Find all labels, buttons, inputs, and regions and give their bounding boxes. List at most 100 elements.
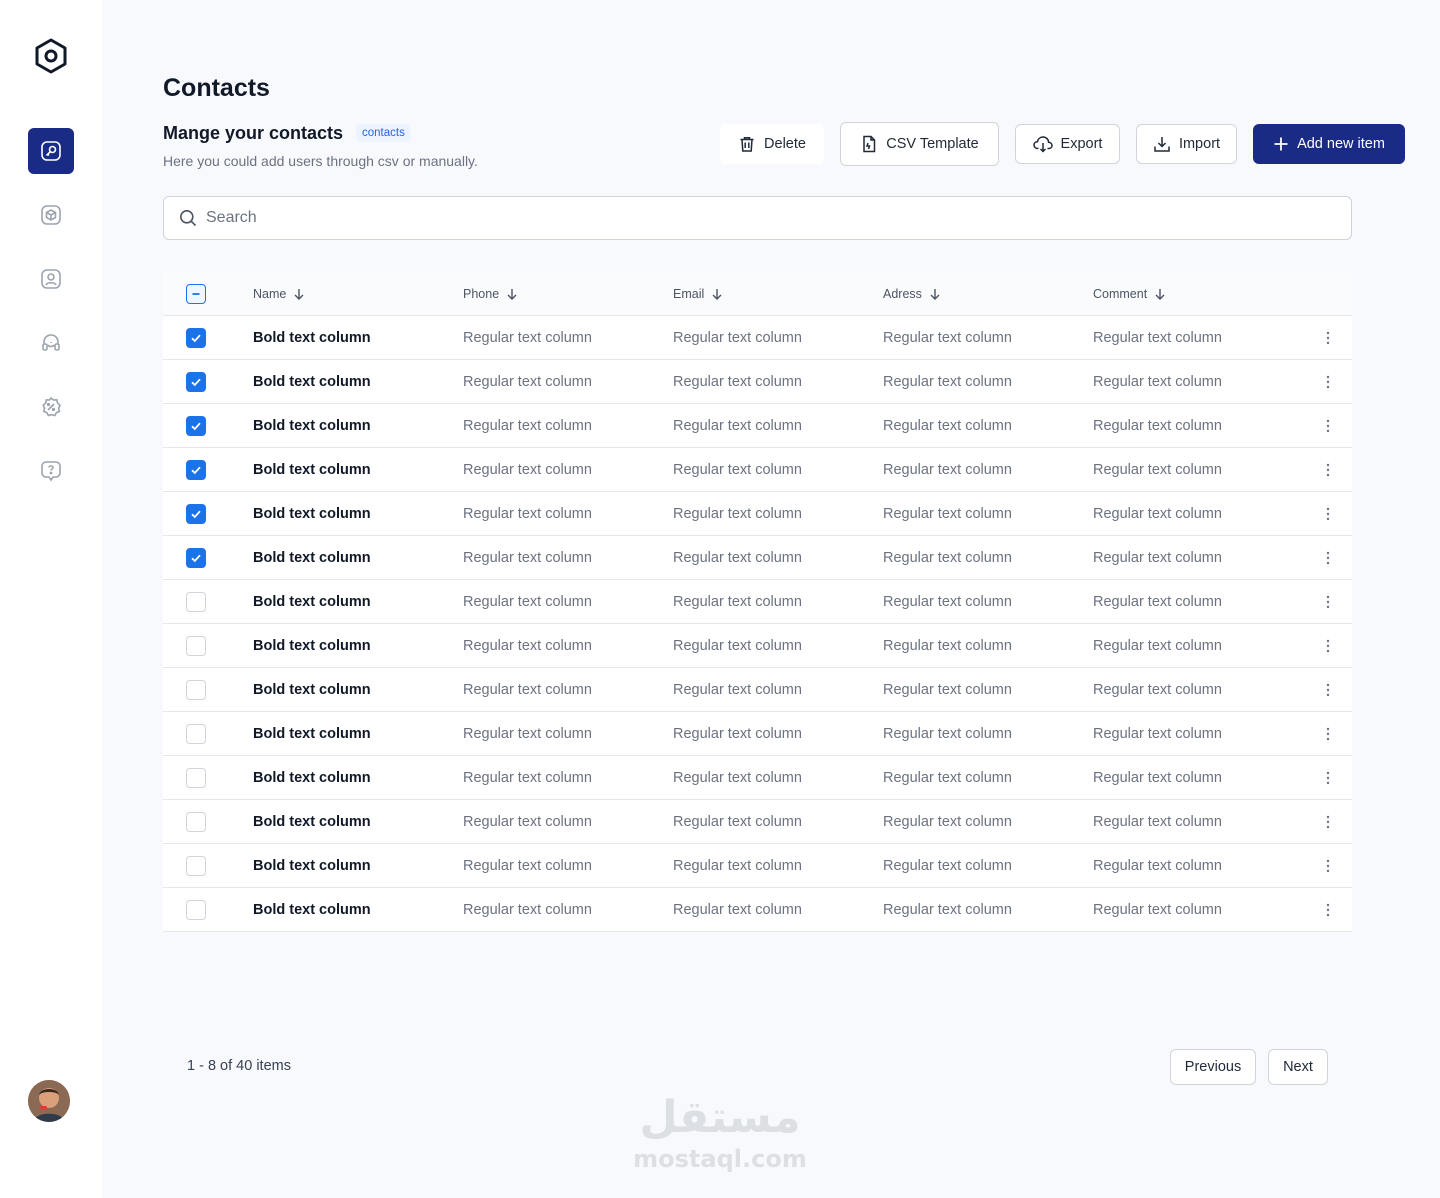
- more-options-icon[interactable]: [1326, 639, 1330, 653]
- table-row[interactable]: Bold text column Regular text column Regul…: [163, 404, 1352, 448]
- table-row[interactable]: Bold text column Regular text column Regul…: [163, 800, 1352, 844]
- next-page-button[interactable]: Next: [1268, 1049, 1328, 1085]
- table-row[interactable]: Bold text column Regular text column Regul…: [163, 580, 1352, 624]
- row-checkbox[interactable]: [186, 371, 206, 392]
- row-checkbox[interactable]: [186, 679, 206, 700]
- table-body: Bold text column Regular text column Regul…: [163, 316, 1352, 932]
- more-options-icon[interactable]: [1326, 815, 1330, 829]
- column-header-label: Email: [673, 286, 705, 301]
- sort-arrow-icon[interactable]: [505, 287, 519, 301]
- sidebar-item-keys[interactable]: [28, 128, 74, 174]
- table-row[interactable]: Bold text column Regular text column Regul…: [163, 360, 1352, 404]
- cell-address: Regular text column: [883, 593, 1012, 610]
- table-row[interactable]: Bold text column Regular text column Regul…: [163, 888, 1352, 932]
- more-options-icon[interactable]: [1326, 595, 1330, 609]
- cell-comment: Regular text column: [1093, 813, 1222, 830]
- import-button[interactable]: Import: [1136, 124, 1237, 164]
- cell-address: Regular text column: [883, 637, 1012, 654]
- more-options-icon[interactable]: [1326, 727, 1330, 741]
- row-checkbox[interactable]: [186, 415, 206, 436]
- cell-address: Regular text column: [883, 461, 1012, 478]
- cell-comment: Regular text column: [1093, 637, 1222, 654]
- table-row[interactable]: Bold text column Regular text column Regul…: [163, 536, 1352, 580]
- user-avatar[interactable]: [28, 1080, 70, 1122]
- table-row[interactable]: Bold text column Regular text column Regul…: [163, 316, 1352, 360]
- cell-phone: Regular text column: [463, 769, 592, 786]
- row-checkbox[interactable]: [186, 899, 206, 920]
- cell-email: Regular text column: [673, 901, 802, 918]
- search-input[interactable]: [206, 209, 1306, 227]
- csv-template-button-label: CSV Template: [886, 136, 979, 152]
- sort-arrow-icon[interactable]: [1153, 287, 1167, 301]
- help-chat-icon: [41, 461, 61, 482]
- column-header-comment[interactable]: Comment: [1093, 287, 1303, 301]
- cell-name: Bold text column: [253, 373, 371, 390]
- cell-name: Bold text column: [253, 505, 371, 522]
- sort-arrow-icon[interactable]: [928, 287, 942, 301]
- cell-phone: Regular text column: [463, 417, 592, 434]
- sidebar-item-discounts[interactable]: [28, 384, 74, 430]
- row-checkbox[interactable]: [186, 635, 206, 656]
- table-row[interactable]: Bold text column Regular text column Regul…: [163, 712, 1352, 756]
- more-options-icon[interactable]: [1326, 551, 1330, 565]
- more-options-icon[interactable]: [1326, 507, 1330, 521]
- more-options-icon[interactable]: [1326, 419, 1330, 433]
- sidebar-item-products[interactable]: [28, 192, 74, 238]
- cell-name: Bold text column: [253, 813, 371, 830]
- row-checkbox[interactable]: [186, 591, 206, 612]
- table-row[interactable]: Bold text column Regular text column Regul…: [163, 624, 1352, 668]
- checkmark-icon: [191, 334, 201, 342]
- cell-email: Regular text column: [673, 417, 802, 434]
- column-header-email[interactable]: Email: [673, 287, 883, 301]
- export-button[interactable]: Export: [1015, 124, 1120, 164]
- column-header-name[interactable]: Name: [253, 287, 463, 301]
- app-logo-icon[interactable]: [33, 37, 69, 75]
- more-options-icon[interactable]: [1326, 463, 1330, 477]
- download-icon: [1154, 137, 1170, 152]
- delete-button[interactable]: Delete: [720, 124, 824, 164]
- column-header-phone[interactable]: Phone: [463, 287, 673, 301]
- table-row[interactable]: Bold text column Regular text column Regul…: [163, 668, 1352, 712]
- key-icon: [41, 141, 61, 161]
- table-row[interactable]: Bold text column Regular text column Regul…: [163, 448, 1352, 492]
- table-row[interactable]: Bold text column Regular text column Regul…: [163, 492, 1352, 536]
- row-checkbox[interactable]: [186, 723, 206, 744]
- checkmark-icon: [191, 554, 201, 562]
- row-checkbox[interactable]: [186, 327, 206, 348]
- cell-name: Bold text column: [253, 637, 371, 654]
- sort-arrow-icon[interactable]: [292, 287, 306, 301]
- sidebar-item-support[interactable]: [28, 320, 74, 366]
- add-new-item-button-label: Add new item: [1297, 136, 1385, 152]
- sidebar-item-contacts[interactable]: [28, 256, 74, 302]
- cell-name: Bold text column: [253, 417, 371, 434]
- table-row[interactable]: Bold text column Regular text column Regul…: [163, 756, 1352, 800]
- select-all-checkbox[interactable]: [186, 283, 206, 304]
- more-options-icon[interactable]: [1326, 859, 1330, 873]
- csv-template-button[interactable]: CSV Template: [840, 122, 999, 166]
- table-row[interactable]: Bold text column Regular text column Regul…: [163, 844, 1352, 888]
- add-new-item-button[interactable]: Add new item: [1253, 124, 1405, 164]
- sort-arrow-icon[interactable]: [710, 287, 724, 301]
- previous-page-button[interactable]: Previous: [1170, 1049, 1256, 1085]
- plus-icon: [1274, 137, 1288, 151]
- column-header-address[interactable]: Adress: [883, 287, 1093, 301]
- row-checkbox[interactable]: [186, 811, 206, 832]
- column-header-label: Phone: [463, 286, 500, 301]
- row-checkbox[interactable]: [186, 767, 206, 788]
- more-options-icon[interactable]: [1326, 903, 1330, 917]
- more-options-icon[interactable]: [1326, 331, 1330, 345]
- cell-phone: Regular text column: [463, 901, 592, 918]
- row-checkbox[interactable]: [186, 855, 206, 876]
- row-checkbox[interactable]: [186, 547, 206, 568]
- watermark-arabic: مستقل: [639, 1092, 801, 1143]
- cell-name: Bold text column: [253, 901, 371, 918]
- more-options-icon[interactable]: [1326, 683, 1330, 697]
- row-checkbox[interactable]: [186, 459, 206, 480]
- sidebar-item-help[interactable]: [28, 448, 74, 494]
- more-options-icon[interactable]: [1326, 771, 1330, 785]
- row-checkbox[interactable]: [186, 503, 206, 524]
- cell-comment: Regular text column: [1093, 461, 1222, 478]
- cell-address: Regular text column: [883, 505, 1012, 522]
- more-options-icon[interactable]: [1326, 375, 1330, 389]
- cell-email: Regular text column: [673, 857, 802, 874]
